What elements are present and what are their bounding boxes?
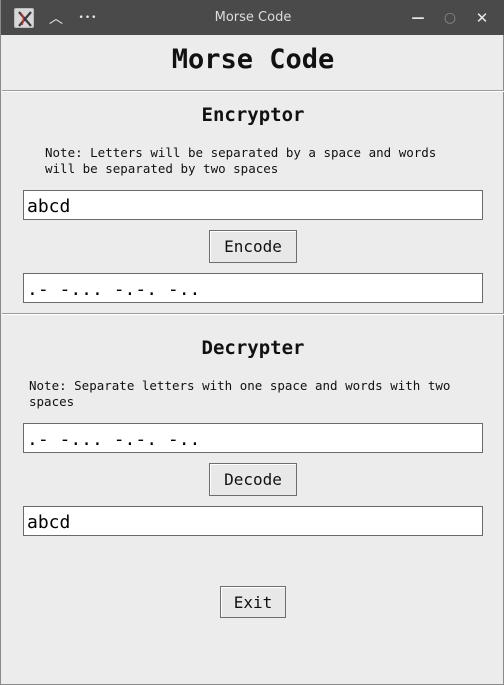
encryptor-title: Encryptor (201, 104, 305, 126)
close-icon[interactable]: ✕ (470, 6, 494, 30)
divider (2, 90, 504, 92)
title-bar: ︿ ••• Morse Code — ○ ✕ (1, 0, 504, 35)
minimize-icon[interactable]: — (406, 6, 430, 30)
encode-button[interactable]: Encode (209, 230, 297, 263)
exit-button[interactable]: Exit (220, 586, 286, 618)
decrypt-input[interactable] (23, 423, 483, 453)
decode-button[interactable]: Decode (209, 463, 297, 496)
encryptor-note: Note: Letters will be separated by a spa… (45, 145, 437, 176)
decrypter-note: Note: Separate letters with one space an… (29, 378, 451, 409)
decrypter-title: Decrypter (201, 337, 305, 359)
app-window: ︿ ••• Morse Code — ○ ✕ Morse Code Encryp… (0, 0, 504, 685)
divider (2, 313, 504, 315)
maximize-icon[interactable]: ○ (438, 6, 462, 30)
encrypt-output[interactable] (23, 273, 483, 303)
page-title: Morse Code (171, 44, 335, 75)
encrypt-input[interactable] (23, 190, 483, 220)
decrypt-output[interactable] (23, 506, 483, 536)
